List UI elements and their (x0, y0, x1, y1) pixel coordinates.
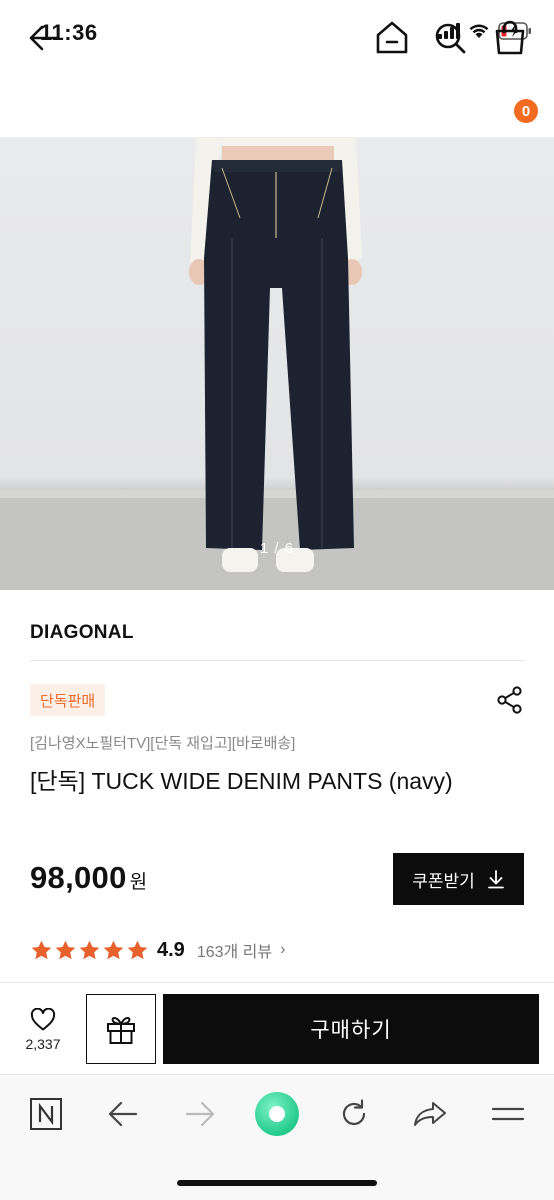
search-button[interactable] (430, 18, 470, 58)
back-button[interactable] (24, 18, 64, 58)
promo-text: [김나영X노필터TV][단독 재입고][바로배송] (30, 735, 296, 752)
product-title: [단독] TUCK WIDE DENIM PANTS (navy) (30, 768, 453, 794)
app-header (0, 66, 554, 138)
price-currency: 원 (129, 872, 148, 893)
naver-n-icon (30, 1098, 62, 1130)
coupon-label: 쿠폰받기 (412, 871, 475, 891)
gift-icon (107, 1017, 135, 1044)
heart-icon (30, 1008, 56, 1031)
cart-button[interactable] (490, 18, 530, 58)
rating-row[interactable]: 4.9 163개 리뷰 › (30, 936, 285, 964)
forward-arrow-icon (185, 1101, 215, 1127)
wifi-icon (469, 24, 489, 38)
coupon-download-button[interactable]: 쿠폰받기 (393, 853, 524, 905)
share-icon (497, 686, 522, 714)
rating-score: 4.9 (157, 938, 185, 961)
home-icon (376, 21, 408, 54)
search-icon (435, 23, 466, 54)
star-rating (30, 939, 149, 962)
back-arrow-icon (108, 1101, 138, 1127)
exclusive-sale-tag: 단독판매 (30, 684, 106, 716)
like-count: 2,337 (25, 1036, 61, 1052)
star-icon (31, 940, 52, 959)
like-button[interactable]: 2,337 (14, 1008, 72, 1058)
hamburger-menu-icon (491, 1107, 525, 1121)
review-count: 163개 리뷰 (196, 944, 273, 961)
menu-button[interactable] (488, 1094, 528, 1134)
gift-button[interactable] (86, 994, 156, 1064)
share-button[interactable] (494, 684, 526, 716)
green-ball-icon (255, 1092, 299, 1136)
image-page-counter: 1 / 6 (259, 540, 295, 557)
shopping-bag-icon (495, 20, 525, 55)
star-icon (79, 940, 100, 959)
star-icon (127, 940, 148, 959)
star-icon (103, 940, 124, 959)
star-icon (55, 940, 76, 959)
home-button[interactable] (372, 18, 412, 58)
back-arrow-icon (29, 25, 59, 51)
download-icon (487, 870, 504, 889)
status-bar: 11:36 (0, 0, 554, 66)
chevron-right-icon: › (280, 941, 286, 958)
brand-name[interactable]: DIAGONAL (30, 622, 134, 644)
cart-count-badge: 0 (512, 97, 540, 125)
green-dot-button[interactable] (252, 1089, 302, 1139)
price-value: 98,000 (30, 860, 127, 895)
price-row: 98,000 원 (30, 860, 147, 896)
share-arrow-icon (414, 1102, 446, 1126)
buy-button[interactable]: 구매하기 (163, 994, 539, 1064)
browser-forward-button[interactable] (180, 1094, 220, 1134)
browser-back-button[interactable] (103, 1094, 143, 1134)
home-indicator (177, 1180, 377, 1186)
product-photo-illustration (0, 138, 554, 590)
product-image[interactable] (0, 138, 554, 590)
divider (30, 660, 524, 661)
refresh-button[interactable] (334, 1094, 374, 1134)
share-page-button[interactable] (410, 1094, 450, 1134)
refresh-icon (342, 1099, 366, 1126)
naver-tab-button[interactable] (26, 1094, 66, 1134)
